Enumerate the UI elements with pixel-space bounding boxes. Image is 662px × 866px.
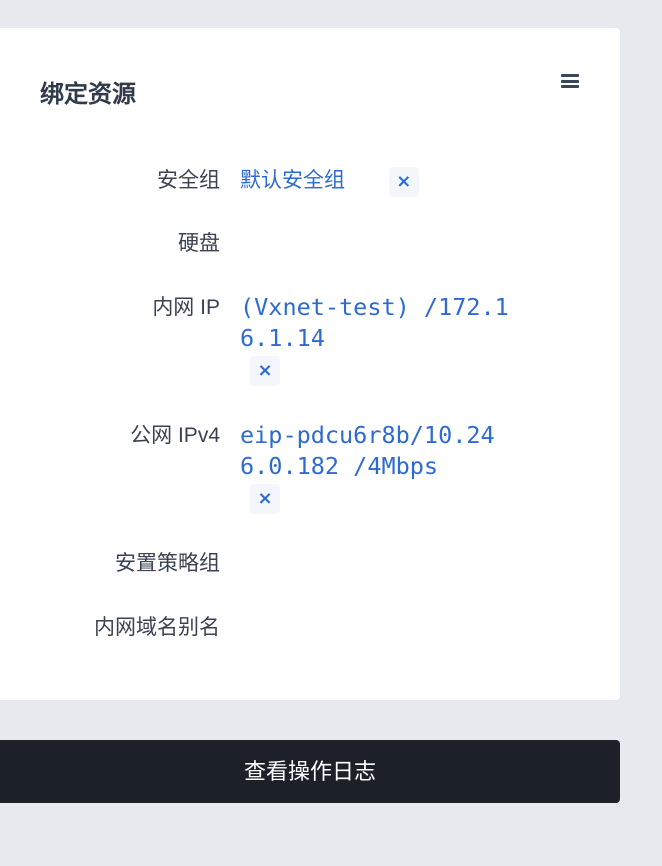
view-operation-log-button[interactable]: 查看操作日志 bbox=[0, 740, 620, 803]
hamburger-menu-icon[interactable] bbox=[561, 74, 579, 88]
row-label: 内网 IP bbox=[152, 296, 220, 319]
remove-private-ip-icon[interactable]: × bbox=[250, 356, 280, 386]
card-title: 绑定资源 bbox=[40, 81, 136, 108]
row-label: 安全组 bbox=[157, 169, 220, 192]
security-group-value[interactable]: 默认安全组 bbox=[240, 169, 345, 192]
remove-public-ip-icon[interactable]: × bbox=[250, 484, 280, 514]
row-label: 内网域名别名 bbox=[94, 616, 220, 639]
public-ip-value[interactable]: eip-pdcu6r8b/10.246.0.182 /4Mbps bbox=[240, 420, 522, 482]
private-ip-value[interactable]: (Vxnet-test) /172.16.1.14 bbox=[240, 292, 522, 354]
public-ip-block: eip-pdcu6r8b/10.246.0.182 /4Mbps × bbox=[240, 420, 522, 515]
row-label: 公网 IPv4 bbox=[130, 424, 220, 447]
row-label: 硬盘 bbox=[178, 232, 220, 255]
row-label: 安置策略组 bbox=[115, 552, 220, 575]
remove-security-group-icon[interactable]: × bbox=[388, 167, 419, 197]
private-ip-block: (Vxnet-test) /172.16.1.14 × bbox=[240, 292, 522, 387]
security-group-link: 默认安全组 × bbox=[240, 165, 522, 197]
